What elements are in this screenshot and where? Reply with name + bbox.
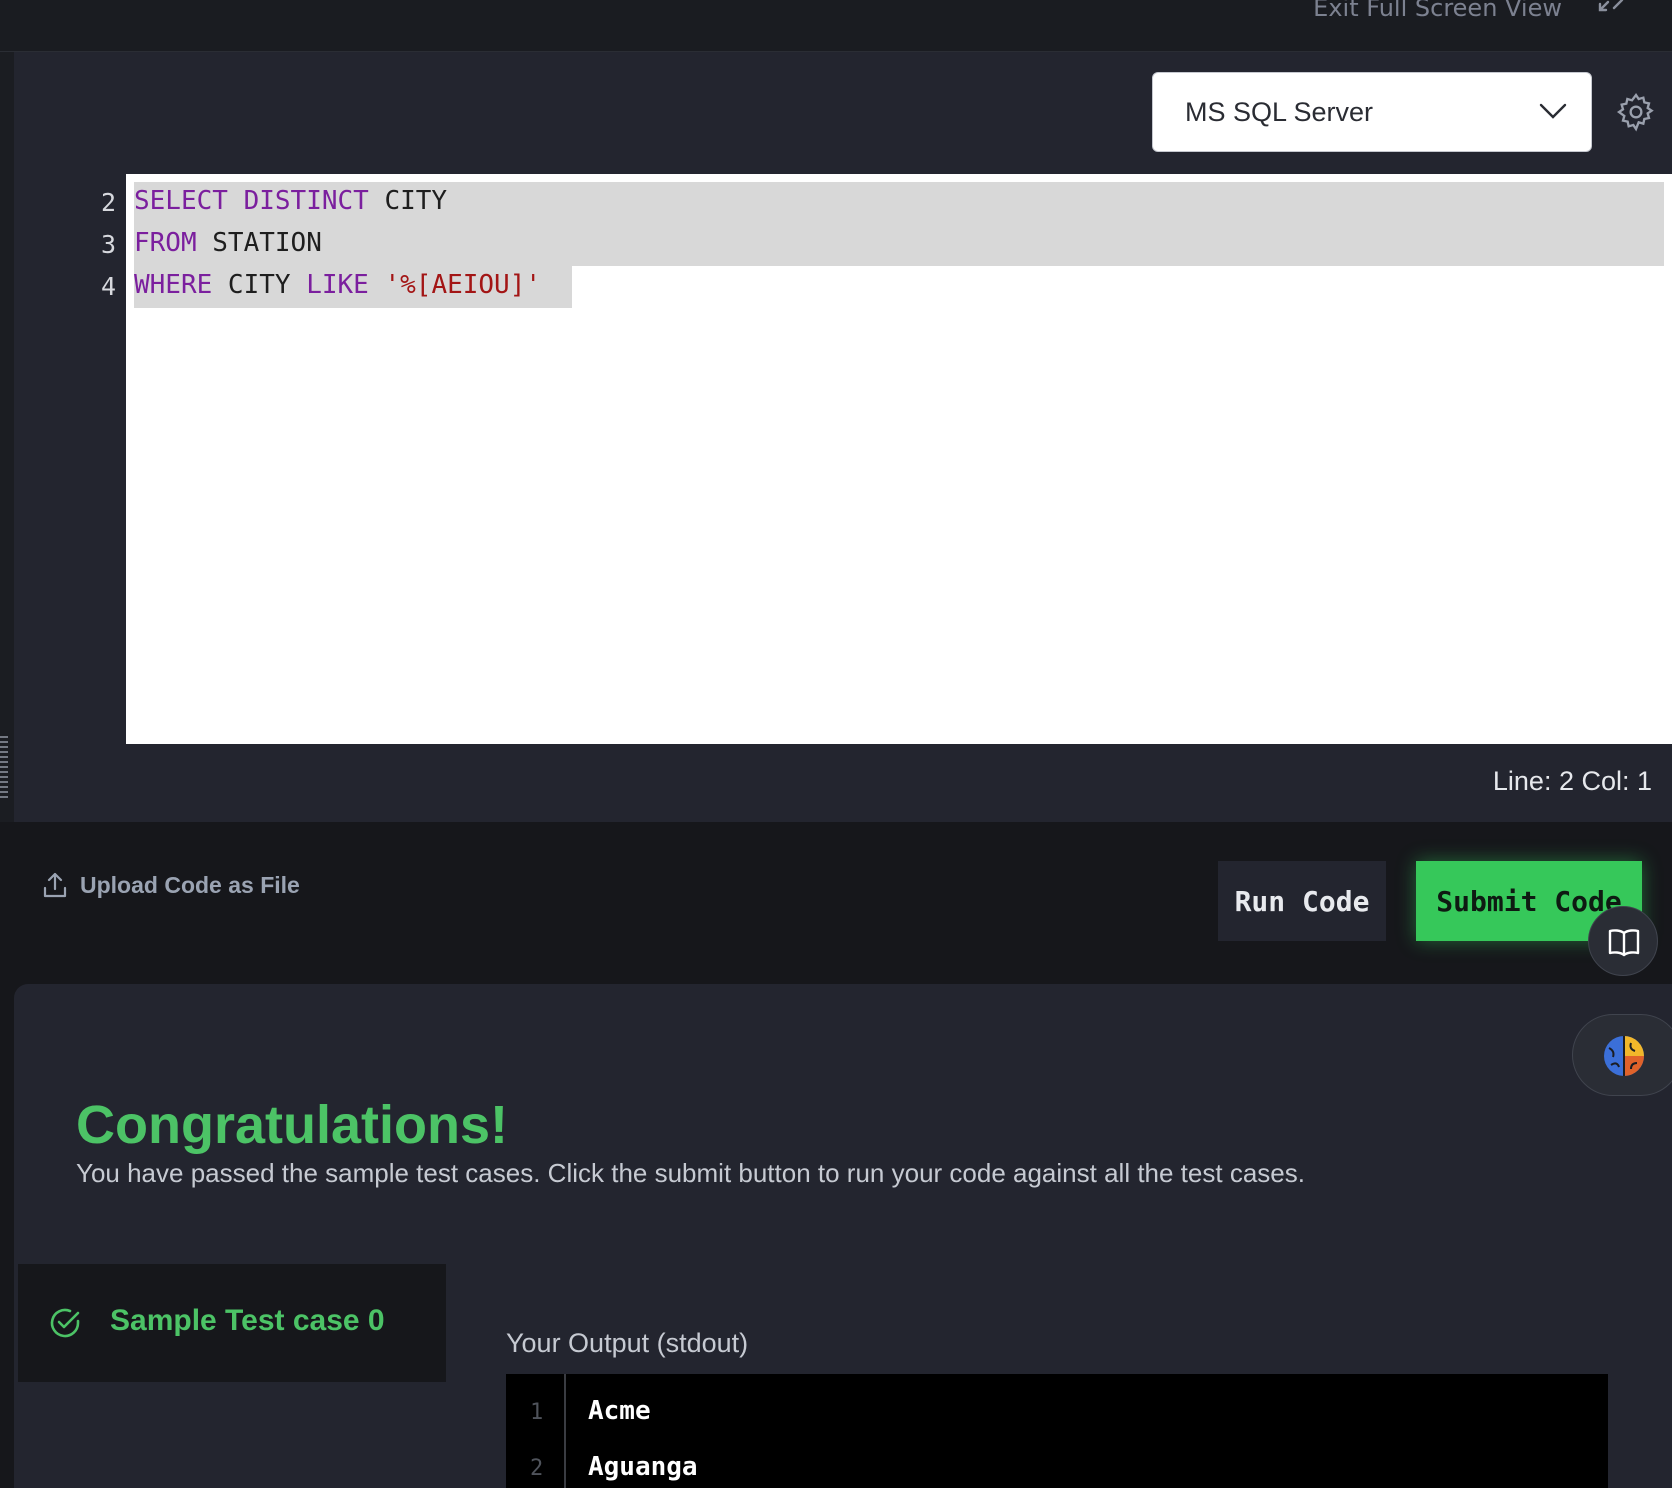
left-stripe xyxy=(0,52,14,822)
code-text: STATION xyxy=(196,228,322,258)
language-select-value: MS SQL Server xyxy=(1185,97,1374,127)
code-keyword: WHERE xyxy=(134,270,213,300)
output-label: Your Output (stdout) xyxy=(506,1328,749,1358)
top-bar: Exit Full Screen View xyxy=(0,0,1672,52)
code-text: CITY xyxy=(212,270,307,300)
language-select[interactable]: MS SQL Server xyxy=(1152,72,1592,152)
code-text: CITY xyxy=(368,186,448,216)
code-keyword: DISTINCT xyxy=(243,186,369,216)
upload-icon xyxy=(43,872,67,898)
output-line: Aguanga xyxy=(588,1452,698,1482)
code-keyword: SELECT xyxy=(134,186,228,216)
congrats-message: You have passed the sample test cases. C… xyxy=(76,1158,1305,1188)
code-line[interactable]: WHERE CITY LIKE '%[AEIOU]' xyxy=(134,270,541,300)
check-circle-icon xyxy=(50,1308,80,1338)
code-string: '%[AEIOU]' xyxy=(384,270,542,300)
tab-sample-test-case-0[interactable]: Sample Test case 0 xyxy=(18,1264,446,1382)
output-line-number: 2 xyxy=(530,1456,544,1481)
congrats-title: Congratulations! xyxy=(76,1095,508,1155)
line-number: 3 xyxy=(100,230,116,259)
book-fab-button[interactable] xyxy=(1588,906,1658,976)
output-line: Acme xyxy=(588,1396,651,1426)
code-line[interactable]: FROM STATION xyxy=(134,228,322,258)
test-case-label: Sample Test case 0 xyxy=(110,1304,385,1337)
run-code-button[interactable]: Run Code xyxy=(1218,861,1386,941)
upload-code-link[interactable]: Upload Code as File xyxy=(42,870,300,900)
code-line[interactable]: SELECT DISTINCT CITY xyxy=(134,186,447,216)
exit-fullscreen-icon[interactable] xyxy=(1594,0,1624,24)
code-keyword: LIKE xyxy=(306,270,369,300)
cursor-status: Line: 2 Col: 1 xyxy=(1492,766,1652,796)
ai-assistant-button[interactable] xyxy=(1572,1014,1672,1096)
brain-icon xyxy=(1604,1036,1644,1076)
book-icon xyxy=(1608,929,1640,957)
gear-icon[interactable] xyxy=(1616,92,1656,132)
exit-fullscreen-link[interactable]: Exit Full Screen View xyxy=(1313,0,1562,22)
chevron-down-icon xyxy=(1539,103,1567,119)
code-keyword: FROM xyxy=(134,228,197,258)
line-number: 4 xyxy=(100,272,116,301)
line-number: 2 xyxy=(100,188,116,217)
upload-code-label: Upload Code as File xyxy=(80,871,300,898)
output-line-number: 1 xyxy=(530,1400,544,1425)
resize-handle[interactable] xyxy=(0,736,8,798)
